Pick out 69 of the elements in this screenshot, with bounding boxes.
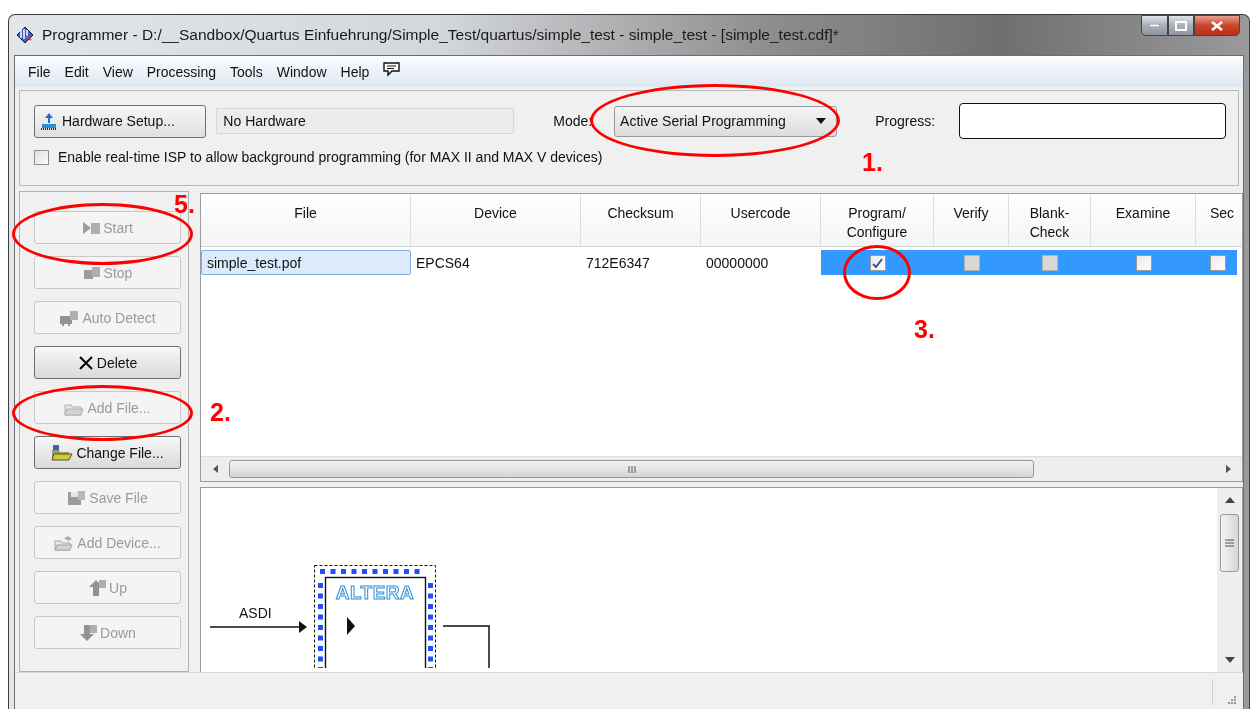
minimize-icon bbox=[1149, 24, 1160, 27]
menu-item[interactable]: Edit bbox=[57, 60, 96, 83]
maximize-icon bbox=[1175, 20, 1187, 31]
connector-line bbox=[442, 625, 490, 668]
caret-icon bbox=[816, 118, 827, 124]
mode-dropdown[interactable]: Active Serial Programming bbox=[614, 105, 838, 137]
upload-icon bbox=[39, 111, 59, 131]
checkbox-label: Enable real-time ISP to allow background programming (for MAX II and MAX V devices) bbox=[58, 149, 603, 165]
column-header[interactable]: Examine bbox=[1091, 194, 1196, 246]
progress-label: Progress: bbox=[875, 113, 937, 129]
hardware-setup-button[interactable]: Hardware Setup... bbox=[34, 104, 207, 138]
mode-label: Mode: bbox=[553, 113, 594, 129]
change-file-button[interactable]: Change File... bbox=[34, 436, 181, 469]
signal-label: ASDI bbox=[239, 605, 272, 621]
up-arrow-icon bbox=[1224, 497, 1235, 503]
comment-icon bbox=[382, 60, 402, 77]
menu-item[interactable]: Window bbox=[269, 60, 334, 83]
table-cell-text: 00000000 bbox=[705, 253, 770, 273]
scrollbar-thumb[interactable] bbox=[1220, 514, 1239, 572]
grip-icon bbox=[627, 465, 636, 473]
chip-icon bbox=[59, 309, 80, 326]
table-cell-text: 712E6347 bbox=[585, 253, 651, 273]
down-arrow-icon bbox=[1224, 657, 1235, 663]
delete-button[interactable]: Delete bbox=[34, 346, 181, 379]
table-cell-text: EPCS64 bbox=[415, 253, 471, 273]
close-icon bbox=[77, 354, 94, 371]
floppy-disk-icon bbox=[67, 489, 87, 506]
column-header[interactable]: Program/ Configure bbox=[821, 194, 934, 246]
column-header[interactable]: Checksum bbox=[581, 194, 701, 246]
checkbox[interactable] bbox=[1210, 254, 1226, 271]
checkbox[interactable] bbox=[869, 254, 886, 271]
menu-item[interactable]: Tools bbox=[223, 60, 270, 83]
left-arrow-icon bbox=[212, 465, 218, 473]
menu-item[interactable]: File bbox=[21, 60, 58, 83]
menu-item[interactable]: Processing bbox=[139, 60, 224, 83]
folder-icon bbox=[51, 444, 74, 461]
menu-item[interactable]: Help bbox=[333, 60, 377, 83]
stop-icon bbox=[82, 264, 101, 281]
down-arrow-icon bbox=[79, 623, 98, 642]
resize-grip-icon bbox=[1225, 695, 1237, 705]
step-number: 1. bbox=[862, 148, 883, 176]
play-icon bbox=[82, 219, 101, 236]
hardware-field: No Hardware bbox=[216, 108, 515, 134]
column-header[interactable]: Usercode bbox=[701, 194, 821, 246]
up-arrow-icon bbox=[88, 578, 107, 597]
table-cell: simple_test.pof bbox=[201, 250, 411, 275]
step-number: 3. bbox=[914, 315, 935, 343]
logo-text: ALTERA bbox=[335, 582, 415, 603]
app-icon bbox=[14, 24, 36, 46]
column-header[interactable]: Verify bbox=[934, 194, 1009, 246]
folder-icon bbox=[54, 534, 75, 551]
close-button[interactable] bbox=[1194, 15, 1240, 36]
annotation-ellipse bbox=[843, 245, 911, 300]
right-arrow-icon bbox=[1225, 465, 1231, 473]
column-header[interactable]: Sec bbox=[1196, 194, 1237, 246]
check-icon bbox=[872, 257, 883, 268]
close-icon bbox=[1211, 20, 1223, 31]
checkbox[interactable] bbox=[1135, 254, 1152, 271]
checkbox[interactable] bbox=[34, 149, 49, 165]
menu-item[interactable]: View bbox=[95, 60, 140, 83]
scrollbar-thumb[interactable] bbox=[229, 460, 1034, 478]
step-number: 2. bbox=[210, 398, 231, 426]
minimize-button[interactable] bbox=[1141, 15, 1168, 36]
window-title: Programmer - D:/__Sandbox/Quartus Einfuehrung/Simple_Test/quartus/simple_test - simple_test - [simple_test.cdf]* bbox=[42, 26, 840, 44]
column-header[interactable]: Blank- Check bbox=[1009, 194, 1091, 246]
column-header[interactable]: File bbox=[201, 194, 411, 246]
maximize-button[interactable] bbox=[1168, 15, 1194, 36]
grip-icon bbox=[1225, 539, 1234, 547]
column-header[interactable]: Device bbox=[411, 194, 581, 246]
